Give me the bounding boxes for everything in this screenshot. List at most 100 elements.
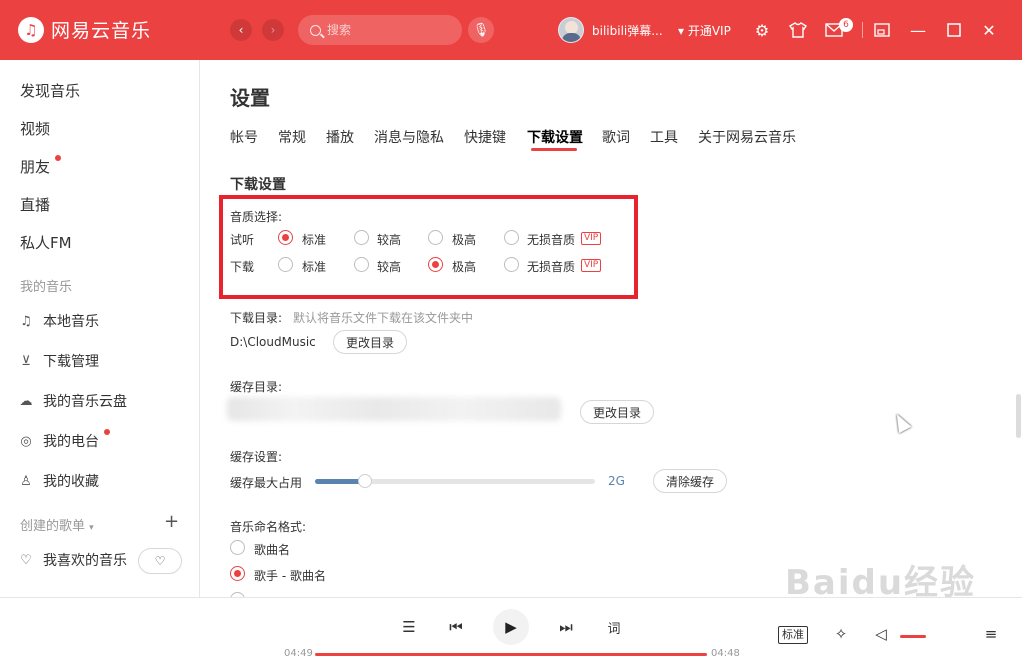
back-button[interactable]: ‹ bbox=[230, 19, 252, 41]
highlight-annotation-box bbox=[219, 195, 638, 299]
maximize-button[interactable] bbox=[942, 18, 966, 42]
title-bar: ♫ 网易云音乐 ‹ › 🎙 bilibili弹幕... ▾ 开通VIP ⚙ 6 … bbox=[0, 0, 1022, 60]
tab-download-settings[interactable]: 下载设置 bbox=[527, 127, 583, 147]
cache-slider-handle[interactable] bbox=[358, 474, 373, 488]
sidebar-item-label: 我的收藏 bbox=[43, 474, 99, 490]
tshirt-icon bbox=[789, 22, 807, 38]
download-dir-label: 下载目录: bbox=[230, 311, 283, 325]
sidebar-item-label: 我的音乐云盘 bbox=[43, 394, 127, 410]
heart-icon: ♡ bbox=[20, 552, 32, 568]
voice-search-button[interactable]: 🎙 bbox=[468, 17, 494, 43]
sidebar-item-radio[interactable]: ◎ 我的电台 bbox=[18, 431, 99, 451]
content-scrollbar[interactable] bbox=[1016, 394, 1021, 438]
previous-button[interactable]: ⏮ bbox=[445, 616, 467, 638]
search-input[interactable] bbox=[327, 23, 437, 37]
player-bar: ☰ ⏮ ▶ ⏭ 词 04:49 04:48 标准 ✧ ◁ ≡ bbox=[0, 597, 1022, 670]
change-download-dir-button[interactable]: 更改目录 bbox=[333, 330, 407, 354]
title-divider bbox=[862, 22, 863, 38]
search-icon bbox=[310, 24, 321, 36]
open-vip-link[interactable]: ▾ 开通VIP bbox=[678, 22, 731, 39]
my-music-heading: 我的音乐 bbox=[20, 280, 73, 295]
sound-effect-icon: ✧ bbox=[834, 625, 848, 643]
microphone-icon: 🎙 bbox=[472, 22, 490, 38]
tab-account[interactable]: 帐号 bbox=[230, 127, 258, 147]
tab-privacy[interactable]: 消息与隐私 bbox=[374, 127, 444, 147]
sidebar-item-downloads[interactable]: ⊻ 下载管理 bbox=[18, 351, 99, 371]
download-icon: ⊻ bbox=[21, 353, 31, 369]
naming-artist-title-label[interactable]: 歌手 - 歌曲名 bbox=[254, 567, 326, 584]
maximize-icon bbox=[947, 23, 961, 37]
lyrics-button[interactable]: 词 bbox=[603, 616, 625, 638]
sidebar-item-cloud[interactable]: ☁ 我的音乐云盘 bbox=[18, 391, 128, 411]
cache-settings-label: 缓存设置: bbox=[230, 450, 283, 464]
sidebar-item-friends[interactable]: 朋友 bbox=[20, 156, 50, 177]
netease-logo-icon: ♫ bbox=[18, 16, 44, 43]
page-title: 设置 bbox=[230, 86, 270, 110]
sidebar-item-video[interactable]: 视频 bbox=[20, 118, 50, 139]
tab-shortcuts[interactable]: 快捷键 bbox=[464, 127, 506, 147]
user-icon: ♙ bbox=[20, 473, 32, 489]
list-loop-icon: ☰ bbox=[402, 618, 416, 636]
progress-bar[interactable] bbox=[315, 653, 707, 656]
tab-lyrics[interactable]: 歌词 bbox=[602, 127, 630, 147]
naming-artist-title-radio[interactable] bbox=[230, 566, 245, 581]
next-button[interactable]: ⏭ bbox=[555, 616, 577, 638]
sidebar-item-collection[interactable]: ♙ 我的收藏 bbox=[18, 471, 99, 491]
sidebar-item-fm[interactable]: 私人FM bbox=[20, 232, 72, 253]
sound-effect-button[interactable]: ✧ bbox=[830, 623, 852, 645]
username[interactable]: bilibili弹幕... bbox=[592, 22, 663, 39]
radio-notification-dot bbox=[104, 429, 110, 435]
close-button[interactable]: ✕ bbox=[977, 18, 1001, 42]
radio-icon: ◎ bbox=[20, 433, 32, 449]
mini-mode-button[interactable] bbox=[870, 18, 894, 42]
naming-title-radio[interactable] bbox=[230, 540, 245, 555]
chevron-left-icon: ‹ bbox=[238, 23, 244, 37]
sidebar-item-discover[interactable]: 发现音乐 bbox=[20, 80, 80, 101]
heart-mode-icon: ♡ bbox=[154, 554, 166, 568]
playlist-icon: ≡ bbox=[984, 625, 998, 643]
skin-button[interactable] bbox=[786, 18, 810, 42]
sidebar-item-live[interactable]: 直播 bbox=[20, 194, 50, 215]
playlist-button[interactable]: ≡ bbox=[980, 623, 1002, 645]
tab-tools[interactable]: 工具 bbox=[650, 127, 678, 147]
mail-count-badge: 6 bbox=[839, 18, 853, 32]
naming-title-label[interactable]: 歌曲名 bbox=[254, 541, 290, 558]
sidebar-item-liked[interactable]: ♡ 我喜欢的音乐 bbox=[18, 550, 127, 570]
add-playlist-button[interactable]: + bbox=[164, 511, 179, 532]
forward-button[interactable]: › bbox=[262, 19, 284, 41]
active-tab-indicator bbox=[531, 148, 577, 151]
user-avatar[interactable] bbox=[558, 17, 584, 43]
sidebar-item-label: 本地音乐 bbox=[43, 314, 99, 330]
minimize-button[interactable]: — bbox=[906, 18, 930, 42]
app-logo[interactable]: ♫ 网易云音乐 bbox=[18, 16, 151, 43]
created-playlists-label: 创建的歌单 bbox=[20, 519, 86, 534]
vip-label: 开通VIP bbox=[687, 24, 731, 38]
cache-size-slider[interactable] bbox=[315, 474, 595, 488]
volume-button[interactable]: ◁ bbox=[870, 623, 892, 645]
clear-cache-button[interactable]: 清除缓存 bbox=[653, 469, 727, 493]
cache-size-value: 2G bbox=[608, 474, 625, 488]
created-playlists-heading[interactable]: 创建的歌单 ▾ bbox=[20, 515, 94, 534]
quality-button[interactable]: 标准 bbox=[778, 626, 808, 644]
settings-page: 设置 帐号 常规 播放 消息与隐私 快捷键 下载设置 歌词 工具 关于网易云音乐… bbox=[201, 60, 1022, 597]
volume-icon: ◁ bbox=[875, 625, 887, 643]
play-button[interactable]: ▶ bbox=[493, 609, 529, 645]
search-box[interactable] bbox=[298, 15, 462, 45]
heart-mode-button[interactable]: ♡ bbox=[138, 548, 182, 574]
music-note-icon: ♫ bbox=[20, 313, 32, 329]
tab-playback[interactable]: 播放 bbox=[326, 127, 354, 147]
cloud-icon: ☁ bbox=[19, 393, 33, 409]
total-time: 04:48 bbox=[711, 648, 740, 659]
download-dir-hint: 默认将音乐文件下载在该文件夹中 bbox=[293, 311, 474, 325]
tab-about[interactable]: 关于网易云音乐 bbox=[698, 127, 796, 147]
sidebar-item-local[interactable]: ♫ 本地音乐 bbox=[18, 311, 99, 331]
caret-down-icon: ▾ bbox=[89, 523, 94, 533]
sidebar: 发现音乐 视频 朋友 直播 私人FM 我的音乐 ♫ 本地音乐 ⊻ 下载管理 ☁ 我的音… bbox=[0, 60, 200, 597]
play-mode-button[interactable]: ☰ bbox=[398, 616, 420, 638]
volume-slider[interactable] bbox=[900, 635, 926, 638]
change-cache-dir-button[interactable]: 更改目录 bbox=[580, 400, 654, 424]
settings-button[interactable]: ⚙ bbox=[750, 18, 774, 42]
section-title: 下载设置 bbox=[230, 177, 286, 193]
mouse-cursor-icon bbox=[890, 410, 912, 434]
tab-general[interactable]: 常规 bbox=[278, 127, 306, 147]
